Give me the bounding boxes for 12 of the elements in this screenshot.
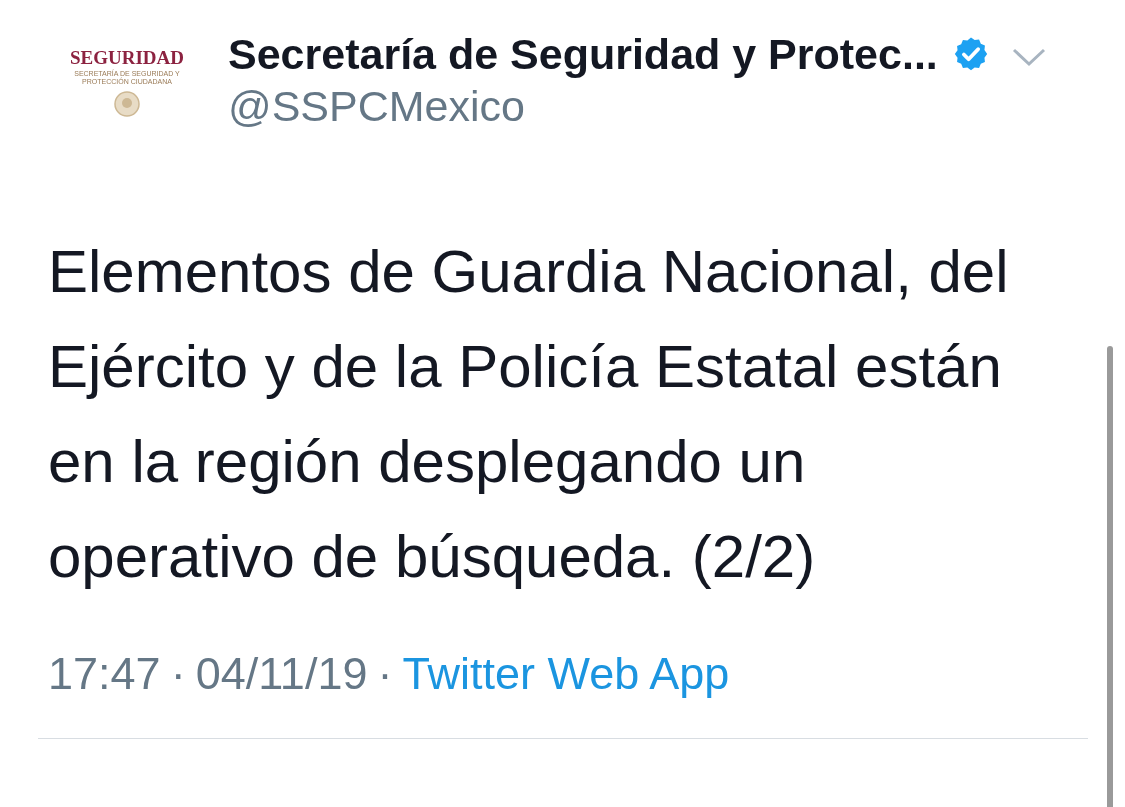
chevron-down-icon[interactable] [1011,47,1046,67]
tweet-time: 17:47 [48,650,161,698]
separator-dot: · [170,650,186,698]
tweet-text: Elementos de Guardia Nacional, del Ejército y de la Policía Estatal están en la región desplegando un operativo de búsqueda. (2/2) [48,237,1010,592]
source-link[interactable]: Twitter Web App [402,650,730,698]
logo-title: SEGURIDAD [70,48,184,67]
separator-dot: · [377,650,393,698]
account-name[interactable]: Secretaría de Seguridad y Protec... [228,30,938,78]
account-handle[interactable]: @SSPCMexico [228,82,1085,130]
emblem-icon [113,90,141,118]
tweet-date: 04/11/19 [195,650,368,698]
scrollbar[interactable] [1107,346,1113,807]
